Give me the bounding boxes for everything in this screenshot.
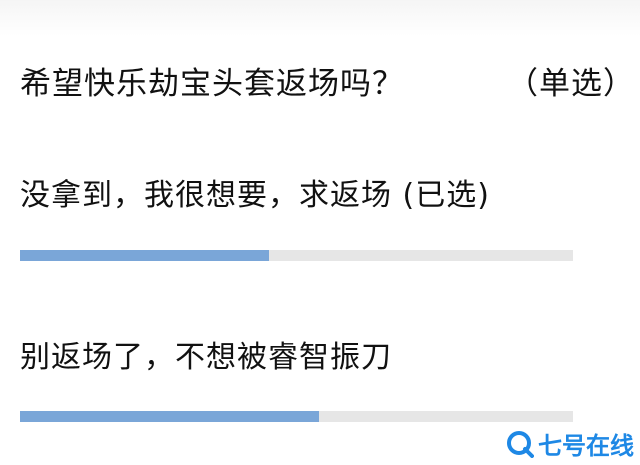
poll-option-1-bar-fill — [20, 250, 269, 261]
poll-mode-label: （单选） — [507, 66, 635, 102]
poll-option-1-label[interactable]: 没拿到，我很想要，求返场 (已选) — [20, 170, 490, 214]
watermark-text: 七号在线 — [538, 432, 634, 460]
top-strip — [0, 0, 640, 36]
watermark-logo: 七号在线 — [506, 426, 634, 461]
poll-question: 希望快乐劫宝头套返场吗？ （单选） — [20, 58, 635, 103]
poll-question-text: 希望快乐劫宝头套返场吗？ — [20, 66, 404, 102]
poll-option-2-label[interactable]: 别返场了，不想被睿智振刀 — [20, 332, 392, 376]
poll-option-2-bar-fill — [20, 411, 319, 422]
search-q-icon — [507, 430, 534, 458]
poll-option-1-bar — [20, 250, 573, 261]
poll-option-2-bar — [20, 411, 573, 422]
